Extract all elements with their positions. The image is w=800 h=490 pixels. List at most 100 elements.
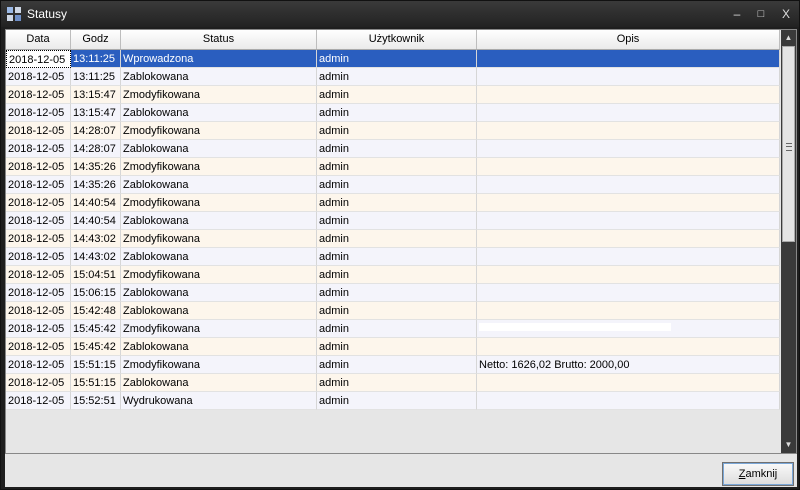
table-cell-col-uzytkownik[interactable]: admin [317,356,477,374]
table-cell-col-status[interactable]: Zablokowana [121,338,317,356]
table-cell-col-data[interactable]: 2018-12-05 [6,302,71,320]
table-cell-col-uzytkownik[interactable]: admin [317,176,477,194]
table-cell-col-status[interactable]: Zablokowana [121,176,317,194]
table-cell-col-uzytkownik[interactable]: admin [317,320,477,338]
column-header-col-data[interactable]: Data [6,30,71,49]
scrollbar-thumb[interactable] [782,46,795,242]
table-cell-col-data[interactable]: 2018-12-05 [6,248,71,266]
table-cell-col-opis[interactable] [477,338,780,356]
table-row[interactable]: 2018-12-05 14:35:26 Zmodyfikowana admin [6,158,780,176]
table-cell-col-data[interactable]: 2018-12-05 [6,374,71,392]
table-cell-col-godz[interactable]: 14:35:26 [71,176,121,194]
table-row[interactable]: 2018-12-05 14:40:54 Zablokowana admin [6,212,780,230]
table-cell-col-opis[interactable] [477,302,780,320]
table-cell-col-uzytkownik[interactable]: admin [317,86,477,104]
table-cell-col-godz[interactable]: 14:28:07 [71,122,121,140]
table-cell-col-status[interactable]: Zablokowana [121,140,317,158]
table-cell-col-godz[interactable]: 13:11:25 [71,50,121,68]
table-cell-col-data[interactable]: 2018-12-05 [6,212,71,230]
table-cell-col-status[interactable]: Zmodyfikowana [121,356,317,374]
table-cell-col-opis[interactable] [477,176,780,194]
table-cell-col-data[interactable]: 2018-12-05 [6,158,71,176]
table-cell-col-opis[interactable]: Netto: 1626,02 Brutto: 2000,00 [477,356,780,374]
table-cell-col-uzytkownik[interactable]: admin [317,104,477,122]
table-cell-col-godz[interactable]: 13:11:25 [71,68,121,86]
table-cell-col-uzytkownik[interactable]: admin [317,302,477,320]
table-cell-col-data[interactable]: 2018-12-05 [6,104,71,122]
table-cell-col-status[interactable]: Zmodyfikowana [121,320,317,338]
column-header-col-status[interactable]: Status [121,30,317,49]
table-cell-col-status[interactable]: Zmodyfikowana [121,86,317,104]
table-cell-col-data[interactable]: 2018-12-05 [6,230,71,248]
table-cell-col-status[interactable]: Wprowadzona [121,50,317,68]
table-cell-col-opis[interactable] [477,104,780,122]
arrow-down-icon[interactable]: ▼ [781,437,796,453]
table-cell-col-uzytkownik[interactable]: admin [317,374,477,392]
table-row[interactable]: 2018-12-05 13:15:47 Zmodyfikowana admin [6,86,780,104]
table-cell-col-status[interactable]: Zablokowana [121,212,317,230]
table-cell-col-data[interactable]: 2018-12-05 [6,50,71,68]
table-cell-col-opis[interactable] [477,68,780,86]
table-cell-col-uzytkownik[interactable]: admin [317,158,477,176]
table-cell-col-opis[interactable] [477,230,780,248]
table-cell-col-status[interactable]: Zablokowana [121,284,317,302]
table-cell-col-status[interactable]: Zmodyfikowana [121,266,317,284]
table-cell-col-uzytkownik[interactable]: admin [317,284,477,302]
table-cell-col-godz[interactable]: 15:45:42 [71,338,121,356]
table-cell-col-opis[interactable] [477,374,780,392]
table-cell-col-status[interactable]: Wydrukowana [121,392,317,410]
table-cell-col-opis[interactable] [477,392,780,410]
table-cell-col-opis[interactable] [477,122,780,140]
title-bar[interactable]: Statusy – □ X [1,1,799,27]
table-row[interactable]: 2018-12-05 15:04:51 Zmodyfikowana admin [6,266,780,284]
table-cell-col-data[interactable]: 2018-12-05 [6,320,71,338]
column-header-col-uzytkownik[interactable]: Użytkownik [317,30,477,49]
column-header-col-opis[interactable]: Opis [477,30,780,49]
zamknij-button[interactable]: Zamknij [722,462,794,486]
column-header-col-godz[interactable]: Godz [71,30,121,49]
table-cell-col-godz[interactable]: 15:51:15 [71,374,121,392]
table-cell-col-uzytkownik[interactable]: admin [317,248,477,266]
table-row[interactable]: 2018-12-05 15:51:15 Zmodyfikowana admin Nett… [6,356,780,374]
arrow-up-icon[interactable]: ▲ [781,30,796,46]
table-row[interactable]: 2018-12-05 13:11:25 Zablokowana admin [6,68,780,86]
table-cell-col-godz[interactable]: 15:45:42 [71,320,121,338]
table-cell-col-godz[interactable]: 15:06:15 [71,284,121,302]
table-cell-col-opis[interactable] [477,248,780,266]
table-row[interactable]: 2018-12-05 14:43:02 Zmodyfikowana admin [6,230,780,248]
table-cell-col-status[interactable]: Zablokowana [121,302,317,320]
table-row[interactable]: 2018-12-05 15:51:15 Zablokowana admin [6,374,780,392]
table-cell-col-uzytkownik[interactable]: admin [317,194,477,212]
table-cell-col-uzytkownik[interactable]: admin [317,392,477,410]
table-cell-col-status[interactable]: Zmodyfikowana [121,122,317,140]
table-row[interactable]: 2018-12-05 14:40:54 Zmodyfikowana admin [6,194,780,212]
table-cell-col-godz[interactable]: 15:51:15 [71,356,121,374]
table-cell-col-opis[interactable] [477,86,780,104]
table-cell-col-uzytkownik[interactable]: admin [317,266,477,284]
table-cell-col-data[interactable]: 2018-12-05 [6,86,71,104]
table-cell-col-uzytkownik[interactable]: admin [317,230,477,248]
table-row[interactable]: 2018-12-05 14:28:07 Zablokowana admin [6,140,780,158]
table-cell-col-data[interactable]: 2018-12-05 [6,266,71,284]
table-cell-col-data[interactable]: 2018-12-05 [6,176,71,194]
table-cell-col-data[interactable]: 2018-12-05 [6,140,71,158]
vertical-scrollbar[interactable]: ▲ ▼ [781,30,796,453]
table-row[interactable]: 2018-12-05 13:15:47 Zablokowana admin [6,104,780,122]
table-cell-col-uzytkownik[interactable]: admin [317,122,477,140]
table-cell-col-godz[interactable]: 14:28:07 [71,140,121,158]
table-cell-col-status[interactable]: Zablokowana [121,374,317,392]
table-cell-col-data[interactable]: 2018-12-05 [6,284,71,302]
table-row[interactable]: 2018-12-05 14:35:26 Zablokowana admin [6,176,780,194]
table-cell-col-godz[interactable]: 13:15:47 [71,104,121,122]
table-cell-col-data[interactable]: 2018-12-05 [6,194,71,212]
table-row[interactable]: 2018-12-05 14:28:07 Zmodyfikowana admin [6,122,780,140]
table-cell-col-uzytkownik[interactable]: admin [317,338,477,356]
table-cell-col-godz[interactable]: 14:43:02 [71,230,121,248]
table-cell-col-godz[interactable]: 14:40:54 [71,194,121,212]
table-cell-col-uzytkownik[interactable]: admin [317,212,477,230]
table-cell-col-opis[interactable] [477,266,780,284]
table-cell-col-data[interactable]: 2018-12-05 [6,68,71,86]
table-cell-col-godz[interactable]: 15:52:51 [71,392,121,410]
table-cell-col-opis[interactable] [477,50,780,68]
table-row[interactable]: 2018-12-05 15:45:42 Zablokowana admin [6,338,780,356]
